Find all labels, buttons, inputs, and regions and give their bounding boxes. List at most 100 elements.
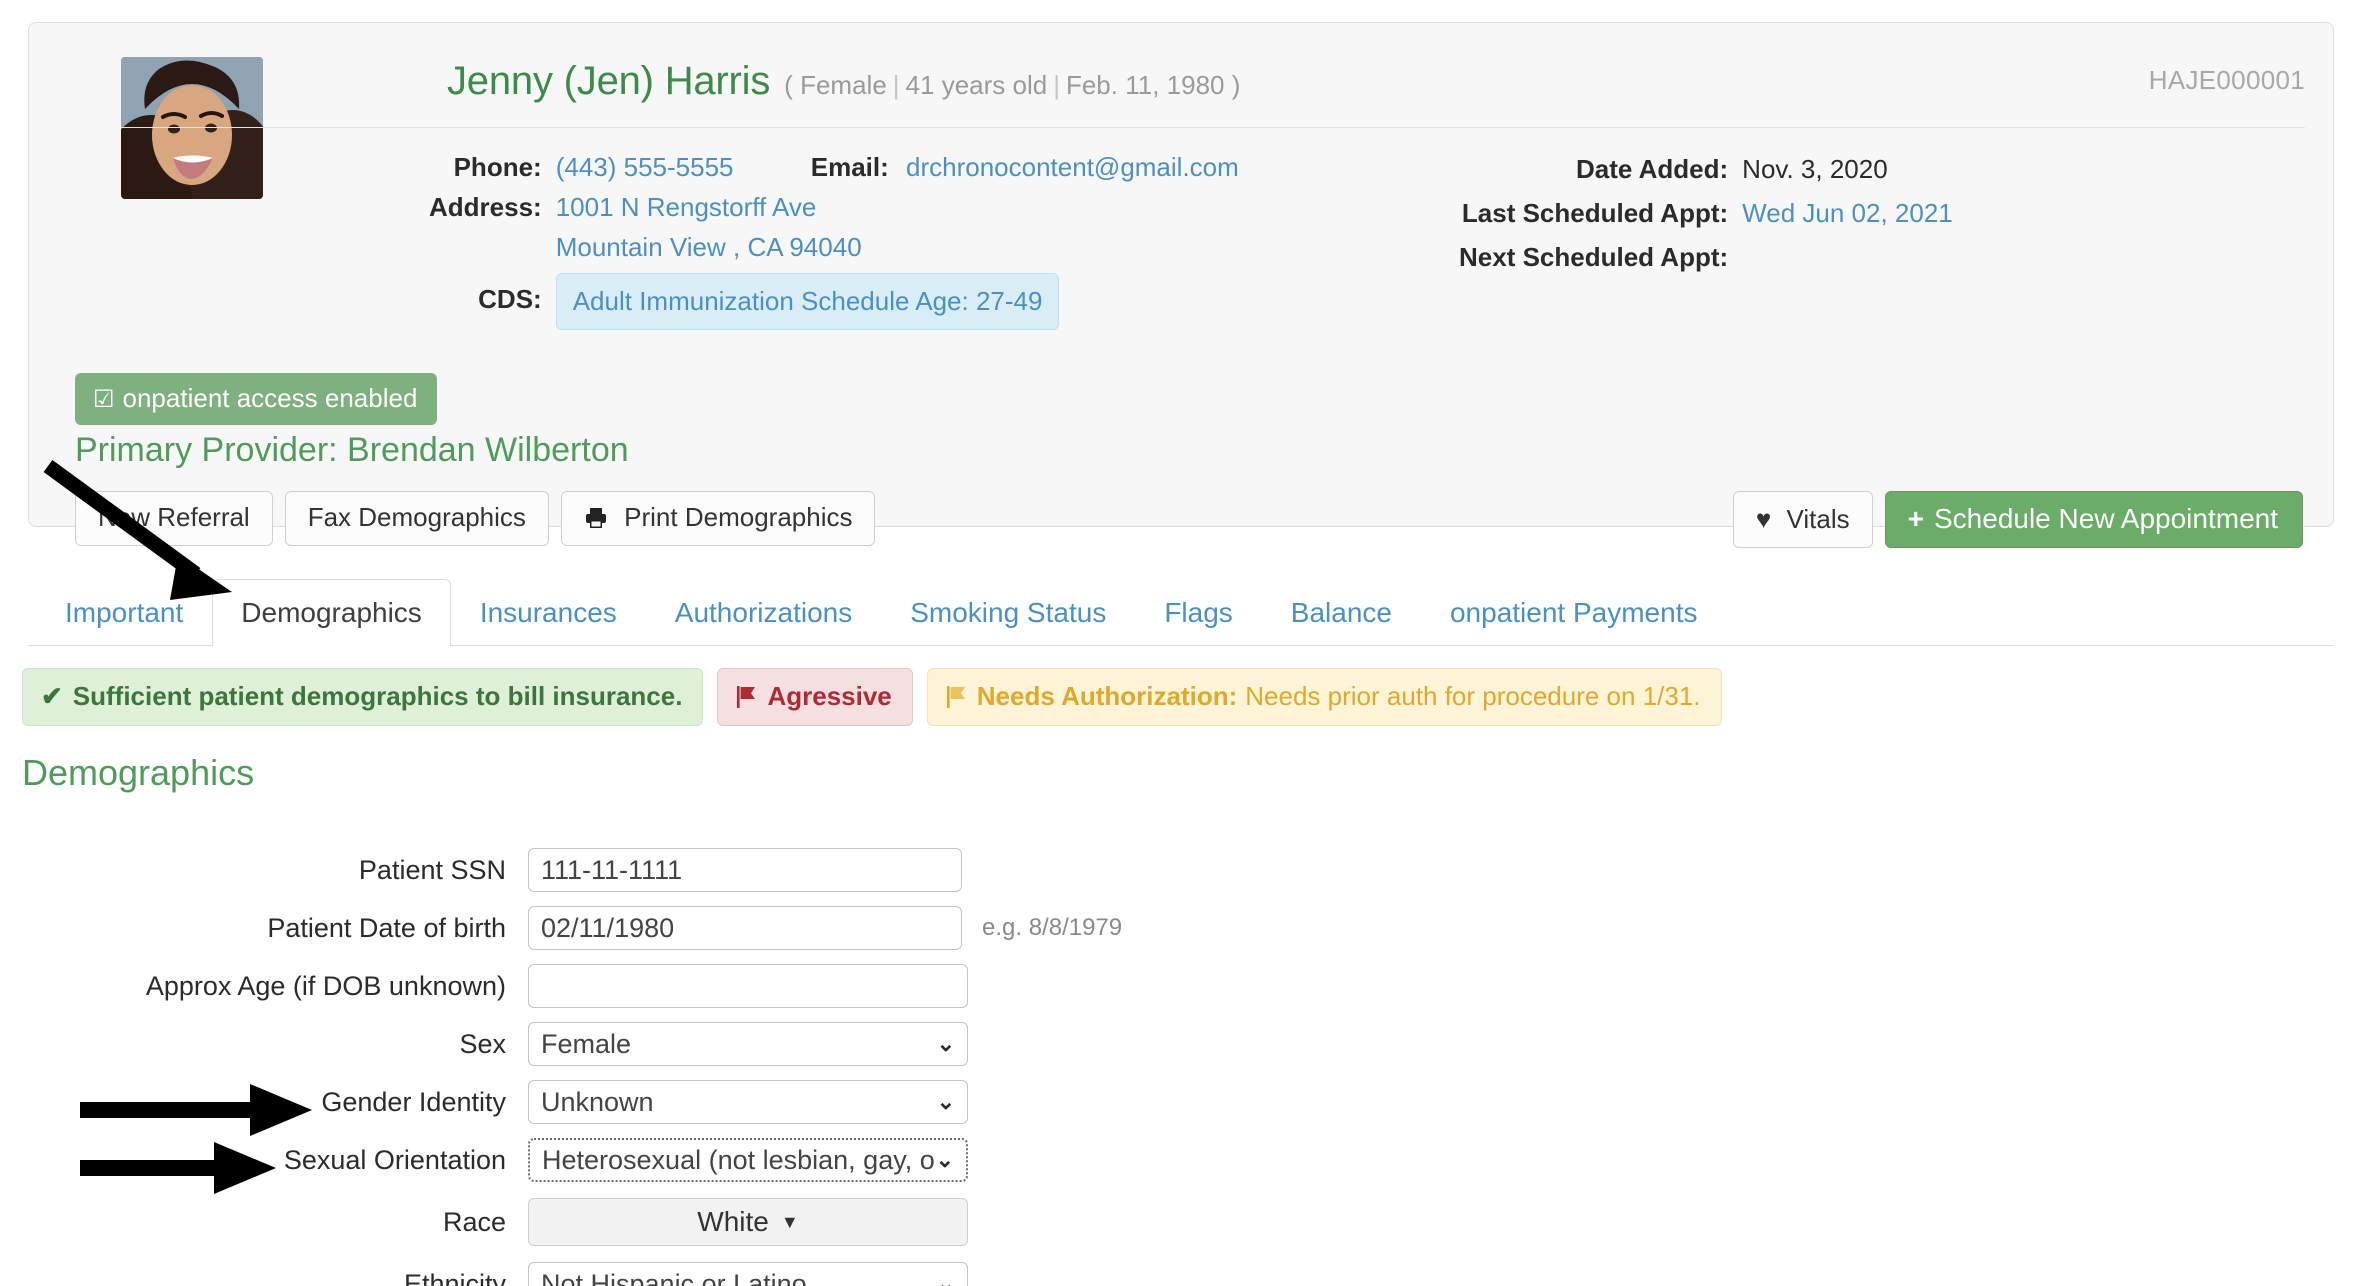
vitals-label: Vitals [1786,503,1850,534]
tab-flags[interactable]: Flags [1135,579,1261,646]
alert-row: ✔ Sufficient patient demographics to bil… [22,668,1722,726]
alert-needs-authorization-text: Needs prior auth for procedure on 1/31. [1245,681,1701,711]
schedule-new-appointment-label: Schedule New Appointment [1934,503,2278,534]
alert-needs-authorization-title: Needs Authorization: [976,681,1238,711]
field-row-sex: Sex Female ⌄ [0,1022,2362,1066]
alert-sufficient-demographics: ✔ Sufficient patient demographics to bil… [22,668,704,726]
date-added-row: Date Added: Nov. 3, 2020 [1459,147,1953,191]
tab-insurances[interactable]: Insurances [451,579,646,646]
patient-avatar [121,57,263,199]
alert-agressive[interactable]: Agressive [717,668,913,726]
patient-dob-label: Patient Date of birth [267,912,506,943]
fax-demographics-button[interactable]: Fax Demographics [284,491,549,546]
chevron-down-icon: ⌄ [936,1089,955,1114]
patient-dob-input[interactable] [528,906,962,950]
sex-select-value: Female [541,1028,632,1059]
header-action-buttons-right: ♥ Vitals + Schedule New Appointment [1732,491,2303,548]
print-demographics-button[interactable]: Print Demographics [560,491,876,546]
field-row-ethnicity: Ethnicity Not Hispanic or Latino ⌄ [0,1262,2362,1286]
ethnicity-select[interactable]: Not Hispanic or Latino ⌄ [528,1262,968,1286]
patient-demographics-page: Jenny (Jen) Harris ( Female | 41 years old |… [0,0,2362,1286]
approx-age-label: Approx Age (if DOB unknown) [145,970,506,1001]
patient-header-card: Jenny (Jen) Harris ( Female | 41 years old |… [28,22,2334,548]
address-line-2[interactable]: Mountain View , CA 94040 [556,227,1239,267]
tab-demographics[interactable]: Demographics [212,579,451,647]
header-action-buttons-left: New Referral Fax Demographics Print Demo… [75,491,876,546]
next-appt-value [1742,235,1953,279]
plus-icon: + [1907,503,1924,534]
chevron-down-icon: ⌄ [935,1147,954,1172]
email-label: Email: [810,152,889,182]
address-row: Address: 1001 N Rengstorff Ave [429,187,1239,227]
next-appt-row: Next Scheduled Appt: [1459,235,1953,279]
race-value: White [697,1206,769,1237]
date-added-value: Nov. 3, 2020 [1742,154,1888,184]
tab-balance[interactable]: Balance [1262,579,1421,646]
field-row-patient-ssn: Patient SSN [0,848,2362,892]
alert-needs-authorization[interactable]: Needs Authorization: Needs prior auth fo… [926,668,1722,726]
gender-identity-label: Gender Identity [321,1086,506,1117]
flag-icon [946,681,968,712]
sex-label: Sex [459,1028,506,1059]
patient-contact-block: Phone: (443) 555-5555 Email: drchronocon… [429,147,1239,330]
sexual-orientation-label: Sexual Orientation [283,1144,506,1175]
meta-separator-1: | [892,70,900,100]
last-appt-value[interactable]: Wed Jun 02, 2021 [1742,191,1953,235]
ethnicity-label: Ethnicity [403,1268,506,1286]
alert-sufficient-demographics-text: Sufficient patient demographics to bill … [72,681,683,711]
demographics-section-title: Demographics [22,752,255,793]
date-added-label: Date Added: [1576,154,1729,184]
tab-list: Important Demographics Insurances Author… [28,578,2334,647]
address-label: Address: [429,192,542,222]
check-icon: ✔ [41,681,63,711]
checkbox-checked-icon: ☑ [93,386,115,413]
sexual-orientation-select-value: Heterosexual (not lesbian, gay, o [542,1144,935,1175]
patient-dob: Feb. 11, 1980 [1065,70,1225,100]
alert-agressive-text: Agressive [767,681,892,711]
phone-value[interactable]: (443) 555-5555 [556,152,734,182]
address-label-spacer [429,227,556,267]
cds-pill[interactable]: Adult Immunization Schedule Age: 27-49 [555,273,1060,330]
patient-sex: Female [800,70,887,100]
race-dropdown-button[interactable]: White ▼ [528,1198,968,1246]
approx-age-input[interactable] [528,964,968,1008]
patient-name[interactable]: Jenny (Jen) Harris [447,59,770,103]
email-value[interactable]: drchronocontent@gmail.com [906,152,1239,182]
address-line-1[interactable]: 1001 N Rengstorff Ave [556,187,1239,227]
sexual-orientation-select[interactable]: Heterosexual (not lesbian, gay, o ⌄ [528,1138,968,1182]
field-row-race: Race White ▼ [0,1196,2362,1248]
tab-important[interactable]: Important [36,579,212,646]
new-referral-button[interactable]: New Referral [75,491,273,546]
patient-ssn-label: Patient SSN [358,854,506,885]
schedule-new-appointment-button[interactable]: + Schedule New Appointment [1884,491,2303,548]
last-appt-row: Last Scheduled Appt: Wed Jun 02, 2021 [1459,191,1953,235]
sex-select[interactable]: Female ⌄ [528,1022,968,1066]
patient-name-row: Jenny (Jen) Harris ( Female | 41 years old |… [447,59,1240,104]
print-demographics-label: Print Demographics [624,502,853,532]
patient-age: 41 years old [905,70,1048,100]
cds-row: CDS: Adult Immunization Schedule Age: 27… [429,267,1239,330]
cds-label: CDS: [478,283,542,314]
caret-down-icon: ▼ [780,1211,799,1232]
patient-ssn-input[interactable] [528,848,962,892]
demographics-form: Patient SSN Patient Date of birth e.g. 8… [0,848,2362,1286]
printer-icon [584,502,615,532]
patient-meta: ( Female | 41 years old | Feb. 11, 1980 ) [784,70,1240,100]
patient-chart-id: HAJE000001 [2148,65,2305,95]
meta-separator-2: | [1053,70,1060,100]
gender-identity-select-value: Unknown [541,1086,654,1117]
ethnicity-select-value: Not Hispanic or Latino [541,1268,807,1286]
onpatient-access-label: onpatient access enabled [122,383,418,413]
tab-smoking-status[interactable]: Smoking Status [881,579,1135,646]
tab-onpatient-payments[interactable]: onpatient Payments [1421,579,1727,646]
field-row-sexual-orientation: Sexual Orientation Heterosexual (not les… [0,1138,2362,1182]
gender-identity-select[interactable]: Unknown ⌄ [528,1080,968,1124]
patient-appointments-block: Date Added: Nov. 3, 2020 Last Scheduled … [1459,147,1953,279]
field-row-patient-dob: Patient Date of birth e.g. 8/8/1979 [0,906,2362,950]
tab-authorizations[interactable]: Authorizations [646,579,881,646]
chevron-down-icon: ⌄ [936,1271,955,1286]
primary-provider: Primary Provider: Brendan Wilberton [75,431,629,469]
phone-row: Phone: (443) 555-5555 Email: drchronocon… [429,147,1239,187]
next-appt-label: Next Scheduled Appt: [1459,242,1729,272]
vitals-button[interactable]: ♥ Vitals [1732,491,1873,548]
